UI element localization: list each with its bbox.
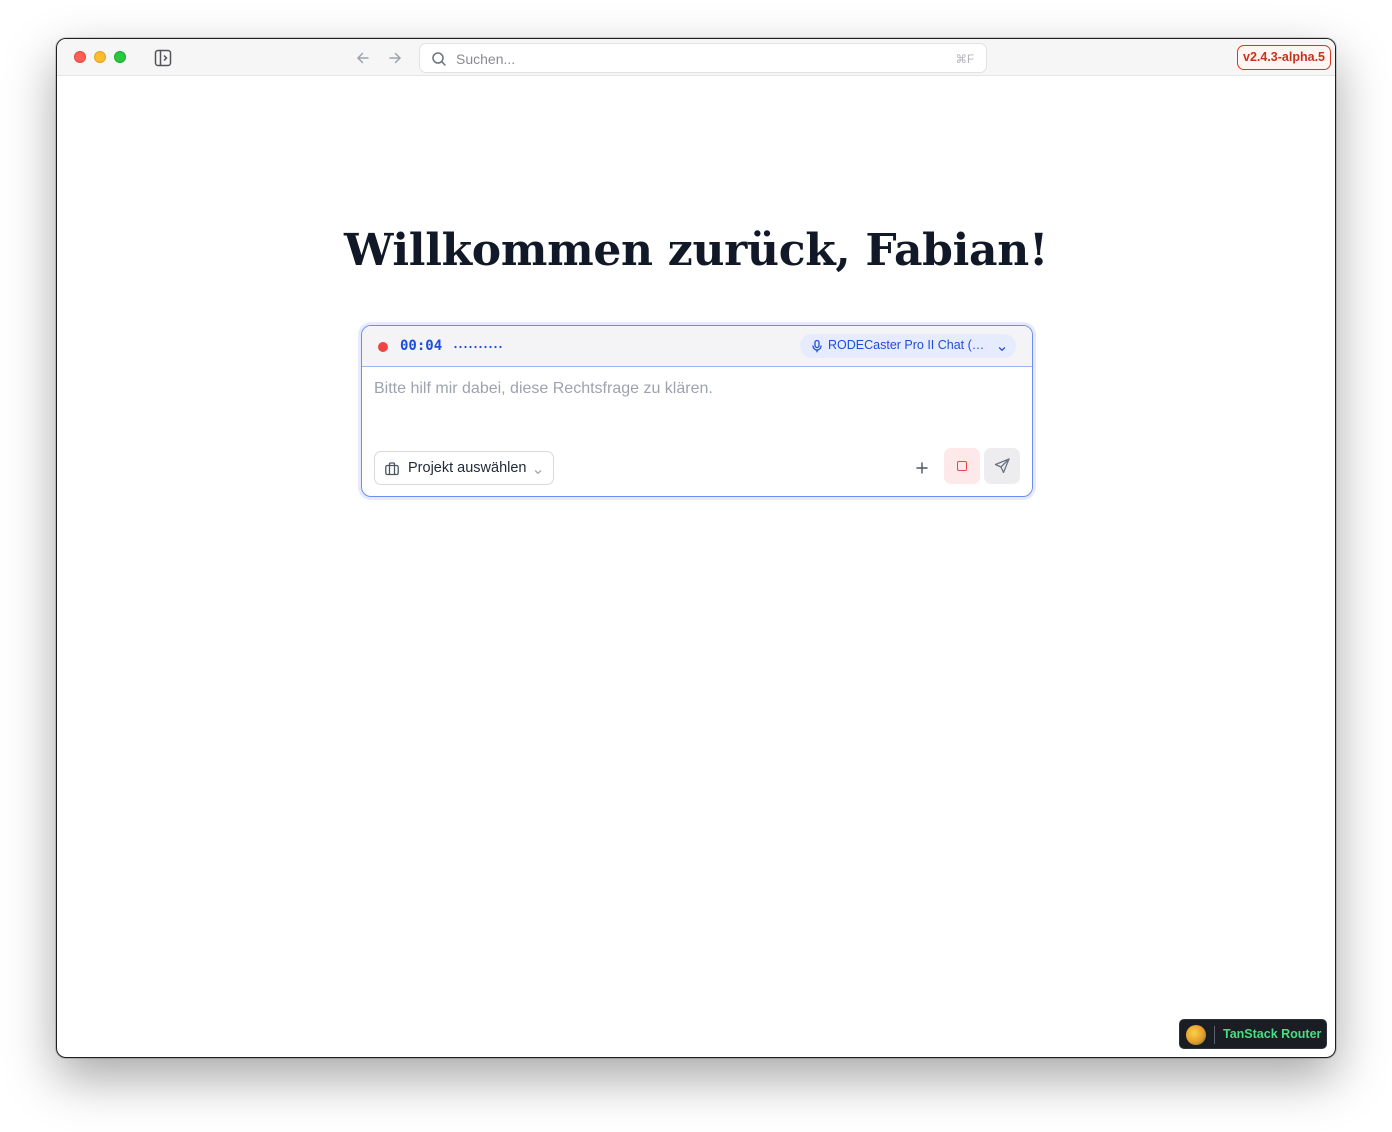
tanstack-devtools-button[interactable]: TanStack Router xyxy=(1179,1019,1327,1049)
send-button[interactable] xyxy=(984,448,1020,484)
search-shortcut: ⌘F xyxy=(955,54,974,66)
microphone-device-label: RODECaster Pro II Chat (19f... xyxy=(828,338,990,352)
app-window: Suchen... ⌘F v2.4.3-alpha.5 Willkommen z… xyxy=(56,38,1336,1058)
project-select-button[interactable]: Projekt auswählen xyxy=(374,451,554,485)
tanstack-logo-icon xyxy=(1186,1025,1206,1045)
search-icon xyxy=(431,51,447,67)
briefcase-icon xyxy=(384,461,400,477)
stop-recording-button[interactable] xyxy=(944,448,980,484)
minimize-window-button[interactable] xyxy=(94,51,106,63)
chevron-down-icon xyxy=(533,464,543,474)
mic-icon xyxy=(810,339,824,353)
divider xyxy=(1214,1026,1215,1044)
prompt-input[interactable] xyxy=(374,380,1014,430)
chevron-down-icon xyxy=(997,341,1007,351)
audio-waveform xyxy=(454,345,502,349)
project-select-label: Projekt auswählen xyxy=(408,460,527,476)
stop-icon xyxy=(957,461,967,471)
send-icon xyxy=(994,458,1010,474)
plus-icon xyxy=(916,462,928,474)
version-badge: v2.4.3-alpha.5 xyxy=(1237,45,1331,70)
recording-timer: 00:04 xyxy=(400,338,443,354)
chat-composer: 00:04 RODECaster Pro II Chat (19f... Bit… xyxy=(361,325,1033,497)
search-bar[interactable]: Suchen... ⌘F xyxy=(419,43,987,73)
sidebar-toggle-icon[interactable] xyxy=(153,48,173,68)
recording-bar: 00:04 RODECaster Pro II Chat (19f... xyxy=(362,326,1032,367)
title-bar: Suchen... ⌘F v2.4.3-alpha.5 xyxy=(57,39,1335,76)
welcome-heading: Willkommen zurück, Fabian! xyxy=(344,225,1048,276)
recording-indicator xyxy=(378,342,388,352)
close-window-button[interactable] xyxy=(74,51,86,63)
microphone-select[interactable]: RODECaster Pro II Chat (19f... xyxy=(800,334,1016,358)
maximize-window-button[interactable] xyxy=(114,51,126,63)
search-placeholder: Suchen... xyxy=(456,51,516,67)
tanstack-label: TanStack Router xyxy=(1223,1027,1322,1041)
back-arrow-icon[interactable] xyxy=(354,49,372,67)
forward-arrow-icon[interactable] xyxy=(386,49,404,67)
add-attachment-button[interactable] xyxy=(908,451,936,485)
